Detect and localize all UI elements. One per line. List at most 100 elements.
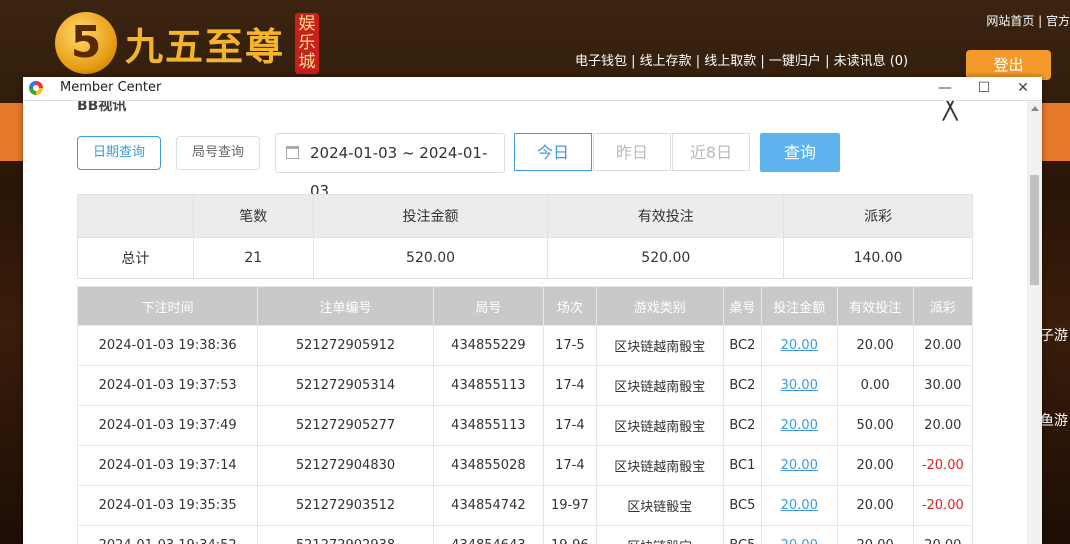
cell-valid-bet: 20.00	[836, 445, 914, 486]
cell-ticket-no: 521272903512	[257, 485, 434, 526]
header-round-no: 局号	[432, 286, 545, 326]
summary-header-cell: 投注金额	[312, 194, 549, 238]
bet-detail-table: 下注时间 注单编号 局号 场次 游戏类别 桌号 投注金额 有效投注 派彩 202…	[76, 286, 974, 544]
summary-header-cell: 派彩	[783, 194, 973, 238]
cell-bet-time: 2024-01-03 19:37:49	[76, 405, 259, 446]
cell-payout: 20.00	[912, 525, 974, 544]
cell-payout: -20.00	[912, 445, 974, 486]
member-center-window: Member Center — ☐ ✕ BB视讯 ╳ 日期查询 局号查询 202…	[23, 77, 1042, 544]
table-row: 2024-01-03 19:38:36 521272905912 434855229…	[76, 325, 974, 366]
summary-cell: 总计	[77, 237, 194, 279]
cell-game-type: 区块链越南骰宝	[595, 405, 724, 446]
cell-valid-bet: 20.00	[836, 485, 914, 526]
logo-text: 九五至尊	[125, 23, 286, 69]
scroll-up-arrow-icon[interactable]	[1031, 106, 1039, 111]
top-links[interactable]: 网站首页 | 官方	[986, 12, 1070, 29]
cell-round-no: 434855113	[432, 365, 545, 406]
header-session: 场次	[543, 286, 597, 326]
cell-bet-amount[interactable]: 20.00	[760, 525, 838, 544]
cell-game-type: 区块链越南骰宝	[595, 445, 724, 486]
yesterday-button[interactable]: 昨日	[593, 133, 671, 171]
cell-valid-bet: 50.00	[836, 405, 914, 446]
site-logo[interactable]: 5 九五至尊 娱乐城	[55, 12, 320, 74]
header-game-type: 游戏类别	[595, 286, 724, 326]
last-8-days-button[interactable]: 近8日	[672, 133, 750, 171]
cell-round-no: 434854643	[432, 525, 545, 544]
cell-bet-amount[interactable]: 20.00	[760, 325, 838, 366]
calendar-icon	[286, 146, 299, 159]
cell-round-no: 434855229	[432, 325, 545, 366]
date-query-tab[interactable]: 日期查询	[77, 136, 161, 170]
summary-cell: 21	[192, 237, 314, 279]
table-row: 2024-01-03 19:35:35 521272903512 434854742…	[76, 485, 974, 526]
window-title: Member Center	[60, 80, 162, 95]
fish-game-label[interactable]: 鱼游	[1040, 380, 1070, 510]
cell-round-no: 434855113	[432, 405, 545, 446]
cell-ticket-no: 521272905912	[257, 325, 434, 366]
cell-ticket-no: 521272904830	[257, 445, 434, 486]
header-bet-time: 下注时间	[76, 286, 259, 326]
summary-cell: 520.00	[547, 237, 785, 279]
cell-valid-bet: 20.00	[836, 525, 914, 544]
window-titlebar[interactable]: Member Center — ☐ ✕	[23, 77, 1042, 101]
cell-session: 19-97	[543, 485, 597, 526]
cell-game-type: 区块链骰宝	[595, 525, 724, 544]
summary-header-cell: 有效投注	[547, 194, 785, 238]
scrollbar-thumb[interactable]	[1030, 175, 1039, 285]
summary-cell: 520.00	[312, 237, 549, 279]
cell-bet-time: 2024-01-03 19:37:53	[76, 365, 259, 406]
panel-title: BB视讯	[77, 101, 127, 114]
cell-table-no: BC2	[722, 405, 762, 446]
cell-bet-amount[interactable]: 20.00	[760, 445, 838, 486]
panel-close-icon[interactable]: ╳	[943, 101, 957, 121]
round-query-tab[interactable]: 局号查询	[176, 136, 260, 170]
logo-mark: 5	[55, 12, 117, 74]
cell-ticket-no: 521272902938	[257, 525, 434, 544]
detail-body: 2024-01-03 19:38:36 521272905912 434855229…	[76, 325, 974, 544]
vertical-scrollbar[interactable]	[1027, 101, 1042, 544]
header-valid-bet: 有效投注	[836, 286, 914, 326]
summary-total-row: 总计 21 520.00 520.00 140.00	[77, 237, 973, 279]
cell-valid-bet: 20.00	[836, 325, 914, 366]
query-button[interactable]: 查询	[760, 133, 840, 172]
header-table-no: 桌号	[722, 286, 762, 326]
cell-session: 17-4	[543, 445, 597, 486]
cell-session: 17-4	[543, 405, 597, 446]
cell-bet-amount[interactable]: 20.00	[760, 485, 838, 526]
today-button[interactable]: 今日	[514, 133, 592, 171]
cell-ticket-no: 521272905314	[257, 365, 434, 406]
cell-table-no: BC5	[722, 525, 762, 544]
cell-bet-amount[interactable]: 30.00	[760, 365, 838, 406]
table-row: 2024-01-03 19:37:53 521272905314 434855113…	[76, 365, 974, 406]
cell-bet-time: 2024-01-03 19:37:14	[76, 445, 259, 486]
cell-table-no: BC2	[722, 365, 762, 406]
header-bet-amount: 投注金额	[760, 286, 838, 326]
cell-game-type: 区块链越南骰宝	[595, 325, 724, 366]
logout-button[interactable]: 登出	[966, 50, 1051, 80]
summary-cell: 140.00	[783, 237, 973, 279]
maximize-icon[interactable]: ☐	[966, 77, 1002, 100]
cell-payout: 30.00	[912, 365, 974, 406]
cell-session: 17-5	[543, 325, 597, 366]
cell-table-no: BC1	[722, 445, 762, 486]
date-range-input[interactable]: 2024-01-03 ~ 2024-01-03	[275, 133, 505, 200]
slot-game-label[interactable]: 子游	[1040, 250, 1070, 380]
close-icon[interactable]: ✕	[1005, 77, 1041, 100]
cell-ticket-no: 521272905277	[257, 405, 434, 446]
cell-table-no: BC2	[722, 325, 762, 366]
header-payout: 派彩	[912, 286, 974, 326]
summary-header-cell	[77, 194, 194, 238]
header-ticket-no: 注单编号	[257, 286, 434, 326]
cell-table-no: BC5	[722, 485, 762, 526]
cell-bet-amount[interactable]: 20.00	[760, 405, 838, 446]
cell-session: 19-96	[543, 525, 597, 544]
summary-table: 笔数 投注金额 有效投注 派彩 总计 21 520.00 520.00 140.…	[77, 194, 973, 279]
table-row: 2024-01-03 19:37:14 521272904830 434855028…	[76, 445, 974, 486]
cell-round-no: 434855028	[432, 445, 545, 486]
minimize-icon[interactable]: —	[927, 77, 963, 100]
cell-bet-time: 2024-01-03 19:34:52	[76, 525, 259, 544]
right-game-icons[interactable]: 子游 鱼游	[1040, 250, 1070, 510]
cell-session: 17-4	[543, 365, 597, 406]
cell-payout: 20.00	[912, 325, 974, 366]
account-nav-links[interactable]: 电子钱包 | 线上存款 | 线上取款 | 一键归户 | 未读讯息 (0)	[575, 50, 908, 69]
